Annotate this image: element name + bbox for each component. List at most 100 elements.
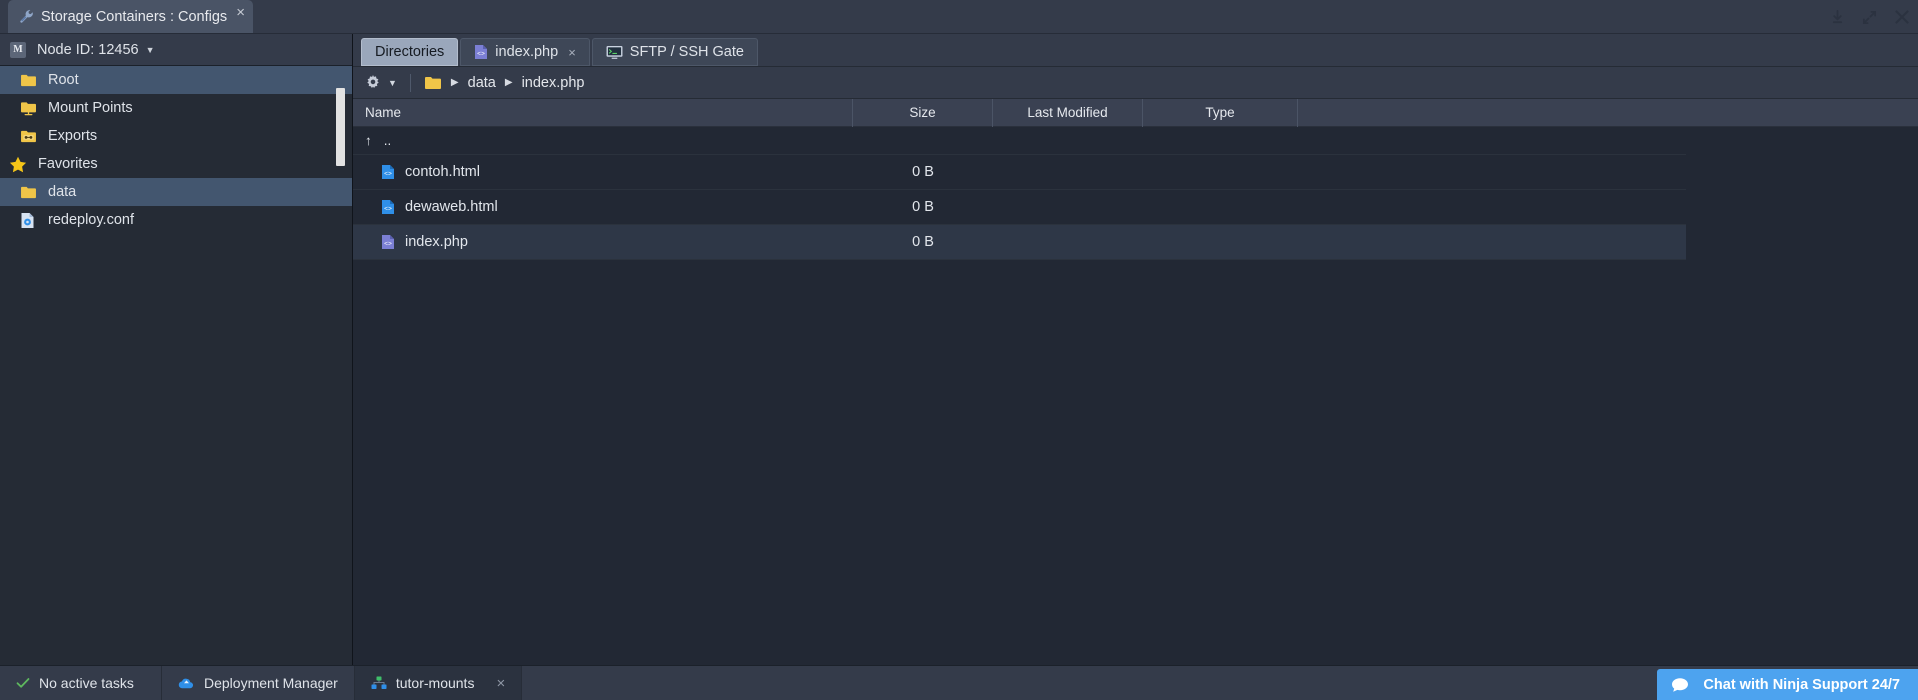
parent-directory-label: .. — [383, 133, 392, 148]
file-name-label: dewaweb.html — [405, 199, 498, 215]
breadcrumb-arrow-icon: ▶ — [504, 77, 513, 88]
chat-bubble-icon — [1671, 677, 1689, 693]
sidebar-group-favorites[interactable]: Favorites — [0, 150, 352, 178]
up-arrow-icon: ↑ — [365, 133, 372, 148]
file-name-label: index.php — [405, 234, 468, 250]
main-panel: Directories <> index.php × SFTP / SSH Ga… — [353, 34, 1918, 665]
sidebar: M Node ID: 12456 ▼ Root Mount Points Exp… — [0, 34, 353, 665]
sidebar-group-label: Favorites — [38, 156, 98, 172]
status-deployment-manager[interactable]: Deployment Manager — [162, 666, 355, 700]
table-row[interactable]: <> index.php 0 B — [353, 225, 1686, 260]
svg-text:<>: <> — [384, 206, 392, 213]
breadcrumb-segment-data[interactable]: data — [468, 75, 496, 91]
sidebar-item-label: data — [48, 184, 77, 200]
html-file-icon: <> — [381, 164, 395, 180]
app-window-tab[interactable]: Storage Containers : Configs × — [8, 0, 253, 33]
php-file-icon: <> — [381, 234, 395, 250]
breadcrumb-toolbar: ▼ ▶ data ▶ index.php — [353, 67, 1918, 99]
sidebar-item-root[interactable]: Root — [0, 66, 352, 94]
status-tasks[interactable]: No active tasks — [0, 666, 162, 700]
tab-label: Directories — [375, 44, 445, 60]
expand-icon[interactable] — [1862, 10, 1877, 25]
status-session-label: tutor-mounts — [395, 675, 475, 691]
conf-file-icon — [20, 212, 40, 229]
breadcrumb-root-folder[interactable] — [424, 75, 442, 90]
table-row[interactable]: <> dewaweb.html 0 B — [353, 190, 1686, 225]
tab-close-icon[interactable]: × — [568, 45, 576, 60]
tab-directories[interactable]: Directories — [361, 38, 459, 66]
close-icon[interactable] — [1894, 9, 1910, 25]
svg-text:<>: <> — [384, 241, 392, 248]
node-label: Node ID: 12456 — [37, 41, 139, 58]
app-tab-title: Storage Containers : Configs — [41, 8, 228, 25]
sidebar-scrollbar-thumb[interactable] — [336, 88, 345, 166]
check-icon — [16, 676, 30, 690]
file-size-cell: 0 B — [912, 199, 934, 215]
sidebar-item-data[interactable]: data — [0, 178, 352, 206]
chat-support-button[interactable]: Chat with Ninja Support 24/7 — [1657, 669, 1918, 700]
column-header-name[interactable]: Name — [353, 98, 853, 127]
star-icon — [9, 156, 29, 173]
sidebar-item-label: Exports — [48, 128, 98, 144]
status-session-close-icon[interactable]: × — [496, 675, 505, 692]
toolbar-divider — [409, 73, 411, 92]
file-name-label: contoh.html — [405, 164, 480, 180]
svg-text:<>: <> — [384, 171, 392, 178]
document-tabs: Directories <> index.php × SFTP / SSH Ga… — [353, 34, 1918, 67]
table-row[interactable]: <> contoh.html 0 B — [353, 155, 1686, 190]
html-file-icon: <> — [381, 199, 395, 215]
tab-label: SFTP / SSH Gate — [629, 44, 744, 60]
sidebar-item-redeploy-conf[interactable]: redeploy.conf — [0, 206, 352, 234]
column-header-size[interactable]: Size — [853, 98, 993, 127]
app-tab-close-icon[interactable]: × — [236, 5, 245, 20]
folder-mount-icon — [20, 101, 40, 116]
file-list-header: Name Size Last Modified Type — [353, 98, 1918, 127]
workspace: M Node ID: 12456 ▼ Root Mount Points Exp… — [0, 34, 1918, 665]
list-item-parent-directory[interactable]: ↑ .. — [353, 127, 1686, 155]
sidebar-item-label: Root — [48, 72, 79, 88]
sidebar-scrollbar[interactable] — [336, 66, 345, 562]
file-size-cell: 0 B — [912, 234, 934, 250]
sidebar-item-label: Mount Points — [48, 100, 133, 116]
node-selector[interactable]: M Node ID: 12456 ▼ — [0, 34, 352, 66]
network-icon — [371, 676, 387, 690]
file-name-cell: <> index.php — [353, 234, 853, 250]
column-header-filler — [1298, 99, 1918, 127]
column-header-type[interactable]: Type — [1143, 98, 1298, 127]
tab-index-php[interactable]: <> index.php × — [460, 38, 590, 66]
tab-label: index.php — [495, 44, 559, 60]
folder-icon — [20, 185, 40, 199]
file-name-cell: <> contoh.html — [353, 164, 853, 180]
status-deployment-label: Deployment Manager — [204, 675, 338, 691]
node-badge-icon: M — [10, 41, 26, 58]
file-size-cell: 0 B — [912, 164, 934, 180]
tab-sftp-ssh-gate[interactable]: SFTP / SSH Gate — [591, 38, 758, 66]
sidebar-item-label: redeploy.conf — [48, 212, 134, 228]
folder-icon — [20, 73, 40, 87]
application-window: Storage Containers : Configs × M Node ID… — [0, 0, 1918, 700]
php-file-icon: <> — [474, 44, 488, 60]
status-session-tutor-mounts[interactable]: tutor-mounts × — [354, 666, 523, 700]
folder-exports-icon — [20, 129, 40, 143]
chat-support-label: Chat with Ninja Support 24/7 — [1703, 677, 1900, 693]
gear-icon[interactable] — [365, 74, 381, 91]
download-icon[interactable] — [1830, 9, 1845, 25]
gear-chevron-down-icon[interactable]: ▼ — [388, 78, 397, 88]
directory-tree: Root Mount Points Exports Favorites data… — [0, 66, 352, 665]
cloud-icon — [178, 677, 195, 690]
status-bar: No active tasks Deployment Manager tutor… — [0, 665, 1918, 700]
svg-text:<>: <> — [477, 51, 485, 58]
terminal-icon — [606, 45, 623, 60]
title-bar: Storage Containers : Configs × — [0, 0, 1918, 34]
window-controls — [1830, 0, 1910, 34]
breadcrumb-arrow-icon: ▶ — [450, 77, 459, 88]
breadcrumb-segment-index-php[interactable]: index.php — [522, 75, 585, 91]
wrench-icon — [19, 9, 34, 24]
chevron-down-icon[interactable]: ▼ — [146, 45, 155, 55]
status-tasks-label: No active tasks — [39, 675, 134, 691]
sidebar-item-mount-points[interactable]: Mount Points — [0, 94, 352, 122]
file-list: ↑ .. <> contoh.html 0 B <> dewaweb.html … — [353, 127, 1918, 665]
column-header-last-modified[interactable]: Last Modified — [993, 98, 1143, 127]
file-name-cell: <> dewaweb.html — [353, 199, 853, 215]
sidebar-item-exports[interactable]: Exports — [0, 122, 352, 150]
